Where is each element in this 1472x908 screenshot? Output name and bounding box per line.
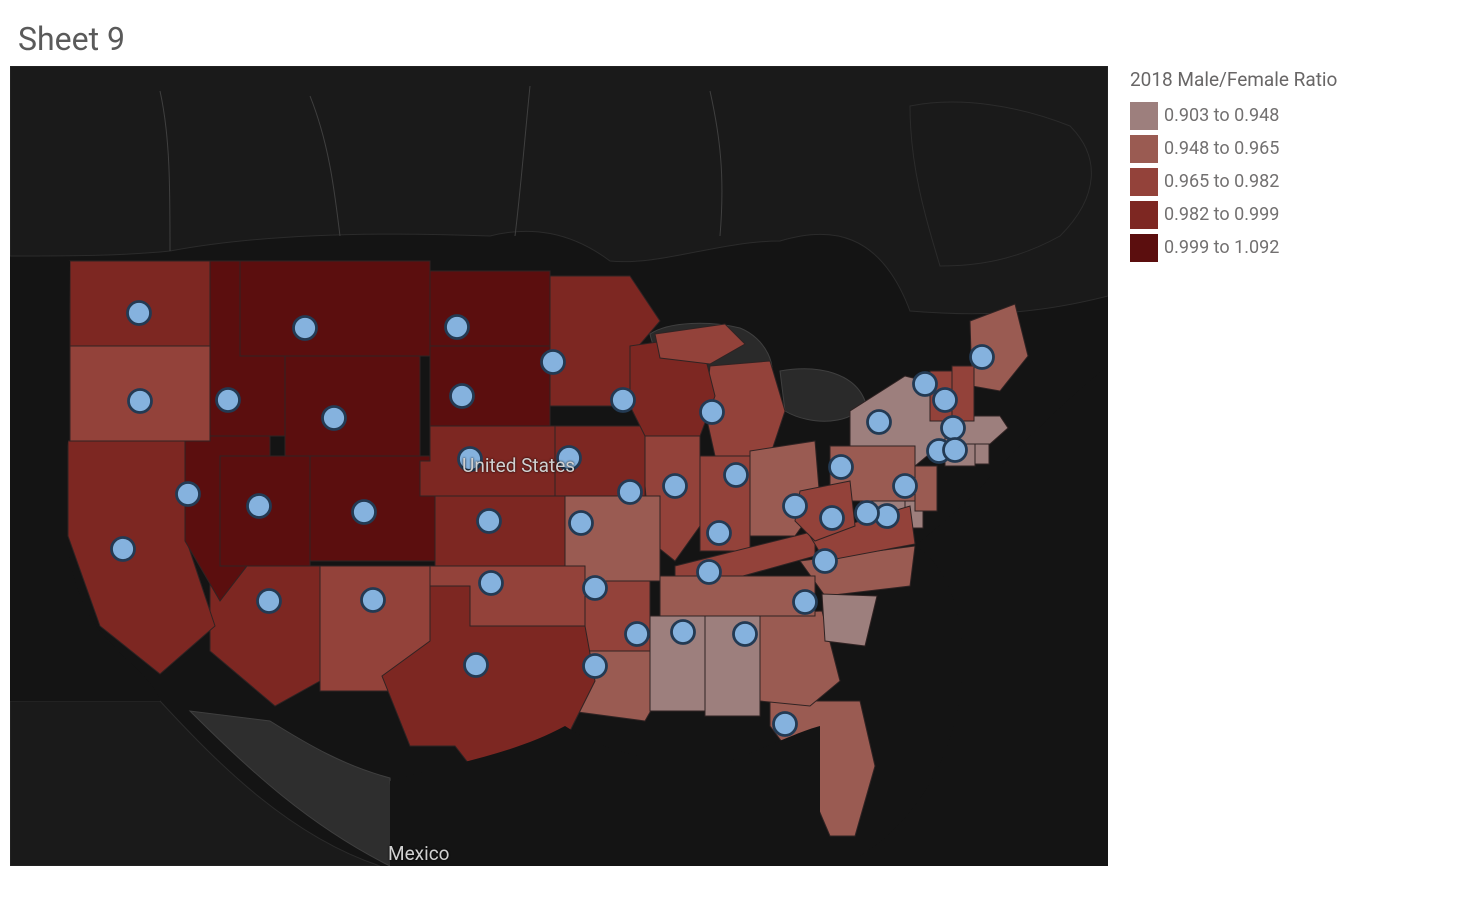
state-marker-ar[interactable] (584, 577, 607, 600)
legend: 2018 Male/Female Ratio 0.903 to 0.948 0.9… (1130, 68, 1337, 264)
legend-label: 0.982 to 0.999 (1164, 204, 1279, 225)
legend-label: 0.999 to 1.092 (1164, 237, 1279, 258)
state-marker-wy[interactable] (323, 407, 346, 430)
state-wy[interactable] (285, 356, 420, 456)
state-marker-ks[interactable] (478, 510, 501, 533)
map-viewport[interactable]: United States Mexico (10, 66, 1110, 866)
state-marker-ia[interactable] (558, 447, 581, 470)
state-marker-md[interactable] (856, 502, 879, 525)
state-marker-in[interactable] (664, 475, 687, 498)
legend-swatch (1130, 234, 1158, 262)
state-mt[interactable] (240, 261, 430, 356)
state-marker-ny[interactable] (868, 411, 891, 434)
legend-swatch (1130, 135, 1158, 163)
state-marker-ma[interactable] (942, 417, 965, 440)
state-marker-ms[interactable] (626, 623, 649, 646)
legend-row[interactable]: 0.965 to 0.982 (1130, 165, 1337, 198)
legend-label: 0.965 to 0.982 (1164, 171, 1279, 192)
state-marker-nj[interactable] (894, 475, 917, 498)
state-marker-tn[interactable] (698, 561, 721, 584)
state-marker-nm[interactable] (362, 589, 385, 612)
legend-swatch (1130, 102, 1158, 130)
state-nj[interactable] (915, 466, 937, 511)
state-marker-ky[interactable] (708, 522, 731, 545)
state-marker-id[interactable] (217, 389, 240, 412)
legend-label: 0.948 to 0.965 (1164, 138, 1279, 159)
state-marker-wi[interactable] (612, 389, 635, 412)
map-svg (10, 66, 1108, 866)
state-marker-nc[interactable] (814, 550, 837, 573)
state-marker-mo[interactable] (570, 512, 593, 535)
state-marker-al[interactable] (672, 621, 695, 644)
legend-row[interactable]: 0.948 to 0.965 (1130, 132, 1337, 165)
legend-label: 0.903 to 0.948 (1164, 105, 1279, 126)
state-sd[interactable] (430, 346, 550, 426)
state-marker-ok[interactable] (480, 572, 503, 595)
state-marker-la[interactable] (584, 655, 607, 678)
state-marker-mi[interactable] (701, 401, 724, 424)
state-ri[interactable] (975, 444, 989, 464)
state-marker-az[interactable] (258, 590, 281, 613)
state-marker-sc[interactable] (794, 591, 817, 614)
state-marker-il[interactable] (619, 481, 642, 504)
state-marker-ga[interactable] (734, 623, 757, 646)
state-marker-nd[interactable] (446, 316, 469, 339)
state-marker-co[interactable] (353, 501, 376, 524)
state-marker-fl[interactable] (774, 713, 797, 736)
state-marker-ne[interactable] (459, 448, 482, 471)
state-marker-or[interactable] (129, 390, 152, 413)
state-marker-vt[interactable] (914, 373, 937, 396)
state-ne[interactable] (420, 426, 555, 496)
state-marker-pa[interactable] (830, 456, 853, 479)
legend-title: 2018 Male/Female Ratio (1130, 68, 1337, 91)
state-marker-me[interactable] (971, 346, 994, 369)
page-title: Sheet 9 (18, 20, 1472, 58)
state-marker-ca[interactable] (112, 538, 135, 561)
state-marker-va[interactable] (821, 507, 844, 530)
state-marker-wa[interactable] (128, 302, 151, 325)
legend-swatch (1130, 201, 1158, 229)
state-marker-nh[interactable] (934, 389, 957, 412)
state-marker-tx[interactable] (465, 654, 488, 677)
state-marker-ri[interactable] (944, 439, 967, 462)
legend-row[interactable]: 0.999 to 1.092 (1130, 231, 1337, 264)
state-marker-mt[interactable] (294, 317, 317, 340)
state-marker-mn[interactable] (542, 351, 565, 374)
state-marker-wv[interactable] (784, 495, 807, 518)
state-marker-oh[interactable] (725, 464, 748, 487)
state-marker-sd[interactable] (451, 385, 474, 408)
state-tn[interactable] (660, 576, 815, 616)
legend-row[interactable]: 0.982 to 0.999 (1130, 198, 1337, 231)
state-ks[interactable] (435, 496, 565, 566)
state-marker-nv[interactable] (177, 483, 200, 506)
state-marker-ut[interactable] (248, 495, 271, 518)
legend-row[interactable]: 0.903 to 0.948 (1130, 99, 1337, 132)
legend-swatch (1130, 168, 1158, 196)
